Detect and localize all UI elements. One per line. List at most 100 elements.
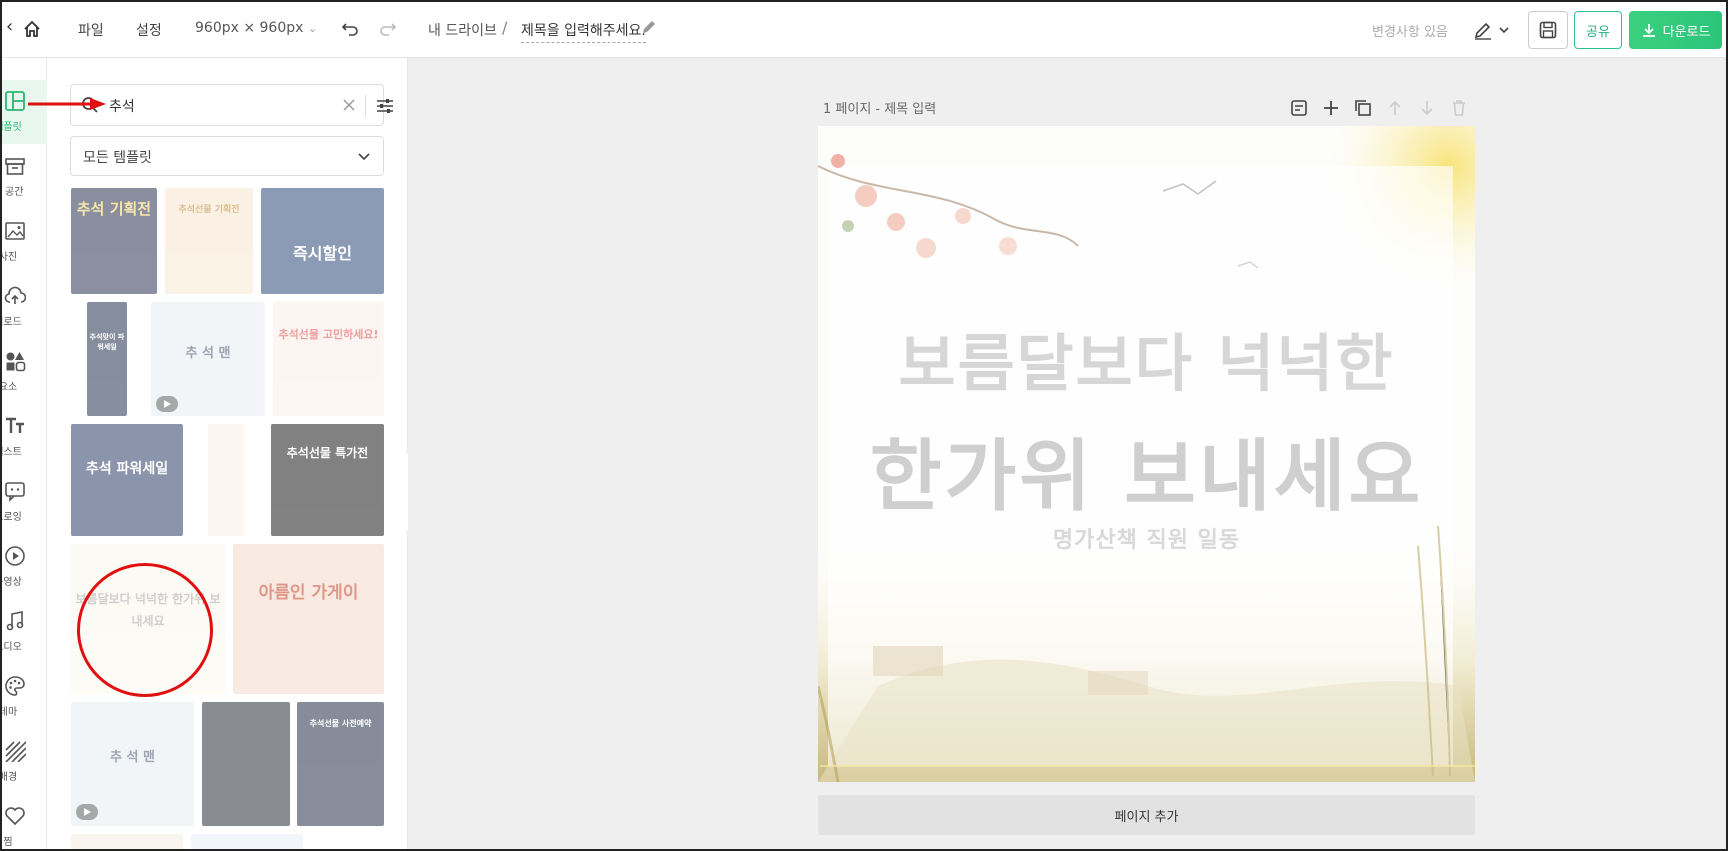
archive-icon (5, 158, 25, 175)
palette-icon (5, 676, 25, 696)
layout-icon (5, 91, 25, 111)
rail-item-photos[interactable]: 사진 (2, 210, 47, 274)
rail-label: 테마 (0, 707, 18, 718)
app-frame: ‹ 파일 설정 960px × 960px ⌄ 내 드라이브 / 제목을 입력해… (0, 0, 1728, 851)
search-input[interactable] (109, 95, 319, 117)
template-thumbnail-text: 즉시할인 (293, 244, 352, 263)
template-category-select[interactable]: 모든 템플릿 (70, 136, 384, 176)
template-thumbnail[interactable]: 추석선물 고민하세요! (273, 302, 384, 416)
share-button[interactable]: 공유 (1574, 11, 1622, 49)
menu-file[interactable]: 파일 (78, 20, 104, 40)
left-rail: 템플릿 업 공간 사진 업로드 요소 텍스트 드로잉 동영상 (2, 58, 47, 849)
rail-item-background[interactable]: 배경 (2, 730, 47, 794)
template-thumbnail[interactable]: 추석선물 기획전 (165, 188, 253, 294)
template-thumbnail-text: 추 석 맨 (110, 750, 155, 765)
design-page[interactable]: 보름달보다 넉넉한 한가위 보내세요 명가산책 직원 일동 (818, 126, 1475, 782)
pattern-icon (5, 741, 26, 762)
download-label: 다운로드 (1662, 24, 1711, 40)
template-thumbnail[interactable] (191, 834, 303, 849)
rail-item-text[interactable]: 텍스트 (2, 405, 47, 469)
floppy-disk-icon (1539, 21, 1557, 39)
template-thumbnail-text: 추석선물 고민하세요! (278, 328, 379, 341)
template-thumbnail-text: 추석선물 사전예약 (309, 719, 372, 728)
template-thumbnail[interactable]: 추석맞이 파워세일 (87, 302, 127, 416)
template-category-value: 모든 템플릿 (83, 150, 152, 166)
breadcrumb-separator: / (502, 18, 508, 37)
menu-settings[interactable]: 설정 (136, 20, 162, 40)
template-thumbnail[interactable]: 추 석 맨 (151, 302, 265, 416)
rail-item-video[interactable]: 동영상 (2, 535, 47, 599)
duplicate-icon[interactable] (1353, 98, 1373, 118)
download-icon (1642, 24, 1655, 37)
rail-label: 동영상 (2, 577, 22, 588)
trash-icon[interactable] (1449, 98, 1469, 118)
template-thumbnail[interactable] (202, 702, 290, 826)
pen-tool-icon[interactable] (1472, 19, 1512, 41)
template-thumbnail[interactable] (71, 834, 183, 849)
headline-line-2[interactable]: 한가위 보내세요 (818, 414, 1475, 526)
template-thumbnail[interactable]: 추석선물 특가전 (271, 424, 384, 536)
rail-label: 업로드 (2, 317, 22, 328)
template-thumbnail-text: 추석 기획전 (76, 200, 152, 218)
sub-headline[interactable]: 명가산책 직원 일동 (818, 522, 1475, 554)
back-chevron-icon[interactable]: ‹ (6, 16, 13, 37)
top-bar: ‹ 파일 설정 960px × 960px ⌄ 내 드라이브 / 제목을 입력해… (2, 2, 1726, 58)
download-button[interactable]: 다운로드 (1629, 11, 1722, 49)
template-thumbnail[interactable]: 추석 기획전 (71, 188, 157, 294)
video-badge-icon (156, 396, 178, 412)
rail-label: 찜 (3, 837, 13, 848)
undo-icon[interactable] (340, 18, 360, 38)
rail-item-audio[interactable]: 오디오 (2, 600, 47, 664)
document-title[interactable]: 제목을 입력해주세요. (521, 20, 646, 43)
chevron-down-icon: ⌄ (307, 22, 318, 35)
template-thumbnail-text: 추 석 맨 (185, 346, 231, 361)
music-icon (6, 611, 24, 631)
pencil-icon[interactable] (640, 18, 658, 36)
template-thumbnail[interactable]: 추 석 맨 (71, 702, 194, 826)
rail-item-workspace[interactable]: 업 공간 (2, 145, 47, 209)
annotation-arrow-icon (28, 98, 106, 110)
rail-item-upload[interactable]: 업로드 (2, 275, 47, 339)
template-thumbnail[interactable]: 추석선물 사전예약 (297, 702, 384, 826)
move-up-icon[interactable] (1385, 98, 1405, 118)
search-box[interactable] (70, 84, 393, 126)
redo-icon[interactable] (378, 18, 398, 38)
breadcrumb-my-drive[interactable]: 내 드라이브 (428, 20, 497, 40)
rail-label: 텍스트 (2, 447, 22, 458)
rail-item-theme[interactable]: 테마 (2, 665, 47, 729)
add-page-icon[interactable] (1321, 98, 1341, 118)
template-thumbnail[interactable] (208, 424, 244, 536)
page-label[interactable]: 1 페이지 - 제목 입력 (823, 98, 936, 117)
rail-item-drawing[interactable]: 드로잉 (2, 470, 47, 534)
add-page-button[interactable]: 페이지 추가 (818, 795, 1475, 835)
text-icon (6, 417, 24, 433)
page-note-icon[interactable] (1289, 98, 1309, 118)
rail-item-elements[interactable]: 요소 (2, 340, 47, 404)
template-thumbnail[interactable]: 아름인 가게이 (233, 544, 384, 694)
close-icon[interactable] (341, 97, 357, 113)
template-thumbnail-text: 추석 파워세일 (85, 461, 169, 477)
sliders-icon[interactable] (374, 95, 396, 117)
heart-icon (5, 807, 25, 826)
rail-label: 업 공간 (2, 187, 24, 198)
template-thumbnail[interactable]: 추석 파워세일 (71, 424, 183, 536)
shapes-icon (6, 352, 26, 372)
rail-label: 오디오 (2, 642, 22, 653)
save-button[interactable] (1528, 11, 1568, 49)
template-panel: 모든 템플릿 추석 기획전 추석선물 기획전 즉시할인 추석맞이 파워세일 추 … (48, 58, 408, 849)
template-thumbnail-text: 추석선물 특가전 (286, 446, 369, 460)
rail-item-favorites[interactable]: 찜 (2, 795, 47, 849)
chevron-down-icon (358, 153, 370, 161)
home-icon[interactable] (22, 19, 42, 39)
move-down-icon[interactable] (1417, 98, 1437, 118)
rail-label: 템플릿 (2, 122, 22, 133)
image-icon (5, 222, 25, 240)
chat-draw-icon (5, 482, 25, 502)
canvas-size-select[interactable]: 960px × 960px ⌄ (195, 20, 317, 36)
rail-item-templates[interactable]: 템플릿 (2, 80, 47, 144)
headline-line-1[interactable]: 보름달보다 넉넉한 (818, 313, 1475, 403)
divider (365, 95, 366, 117)
canvas-size-value: 960px × 960px (195, 20, 304, 36)
rail-label: 요소 (0, 382, 18, 393)
template-thumbnail[interactable]: 즉시할인 (261, 188, 384, 294)
